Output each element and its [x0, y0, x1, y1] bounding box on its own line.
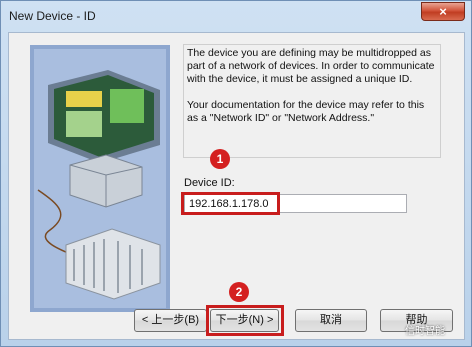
cancel-button[interactable]: 取消 — [295, 309, 367, 332]
next-button-highlight — [206, 305, 284, 336]
description-paragraph-2: Your documentation for the device may re… — [187, 99, 425, 124]
back-button[interactable]: < 上一步(B) — [134, 309, 207, 332]
annotation-badge-1: 1 — [210, 149, 230, 169]
device-id-label: Device ID: — [184, 177, 235, 189]
description-paragraph-1: The device you are defining may be multi… — [187, 47, 435, 85]
description-panel: The device you are defining may be multi… — [183, 44, 441, 158]
close-button[interactable]: × — [421, 2, 465, 21]
annotation-badge-2: 2 — [229, 282, 249, 302]
network-illustration — [30, 45, 170, 312]
window-title: New Device - ID — [9, 9, 96, 23]
title-bar[interactable]: New Device - ID × — [1, 1, 471, 31]
watermark: 信时智能 — [405, 326, 445, 337]
device-id-highlight — [181, 192, 280, 215]
close-icon: × — [439, 4, 447, 19]
